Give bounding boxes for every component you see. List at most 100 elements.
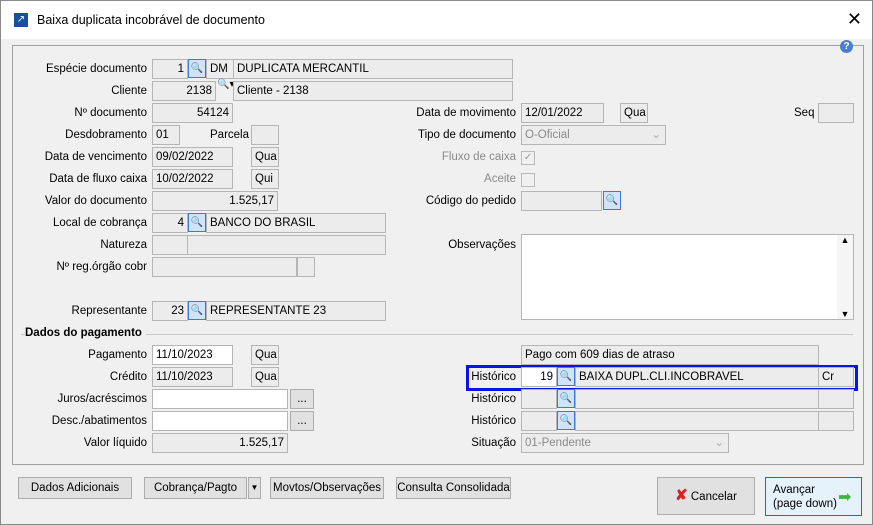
local-label: Local de cobrança <box>53 217 147 229</box>
scrollbar[interactable]: ▲ ▼ <box>837 235 853 319</box>
app-icon: ↗ <box>14 13 28 27</box>
avancar-sublabel: (page down) <box>773 498 837 510</box>
seq-input[interactable] <box>818 103 854 123</box>
search-dropdown-icon[interactable]: 🔍▾ <box>217 79 234 90</box>
codped-label: Código do pedido <box>425 195 516 207</box>
repr-label: Representante <box>71 305 147 317</box>
parcela-label: Parcela <box>210 129 249 141</box>
close-button[interactable]: ✕ <box>847 9 862 30</box>
help-icon[interactable]: ? <box>840 40 853 53</box>
lookup-icon[interactable]: 🔍 <box>557 367 575 386</box>
historico-label: Histórico <box>471 415 516 427</box>
credito-label: Crédito <box>109 371 147 383</box>
chevron-down-icon: ⌄ <box>714 437 724 449</box>
cancel-icon: ✘ <box>675 487 688 504</box>
lookup-icon[interactable]: 🔍 <box>188 301 206 320</box>
fluxo-label: Data de fluxo caixa <box>49 173 147 185</box>
aceite-checkbox[interactable] <box>521 173 535 187</box>
cobranca-pagto-button[interactable]: Cobrança/Pagto <box>144 477 247 499</box>
window-title: Baixa duplicata incobrável de documento <box>37 13 265 27</box>
especie-desc: DUPLICATA MERCANTIL <box>233 59 513 79</box>
local-code-input[interactable]: 4 <box>152 213 188 233</box>
lookup-icon[interactable]: 🔍 <box>603 191 621 210</box>
historico1-dc: Cr <box>818 367 854 387</box>
especie-code-input[interactable]: 1 <box>152 59 188 79</box>
cancel-label: Cancelar <box>690 491 737 503</box>
movtos-button[interactable]: Movtos/Observações <box>270 477 384 499</box>
especie-label: Espécie documento <box>45 63 147 75</box>
datamov-label: Data de movimento <box>416 107 516 119</box>
dialog-window: ↗ Baixa duplicata incobrável de document… <box>0 0 873 525</box>
nreg-digit[interactable] <box>297 257 315 277</box>
seq-label: Seq <box>794 107 815 119</box>
datamov-weekday: Qua <box>620 103 648 123</box>
liquido-label: Valor líquido <box>83 437 147 449</box>
desc-input[interactable] <box>152 411 288 431</box>
valor-input[interactable]: 1.525,17 <box>152 191 278 211</box>
numdoc-label: Nº documento <box>74 107 147 119</box>
juros-input[interactable] <box>152 389 288 409</box>
juros-ellipsis-button[interactable]: ... <box>290 389 314 409</box>
avancar-label: Avançar <box>773 484 815 496</box>
tipo-select[interactable]: O-Oficial ⌄ <box>521 125 666 145</box>
nreg-label: Nº reg.órgão cobr <box>56 261 148 273</box>
lookup-icon[interactable]: 🔍 <box>557 411 575 430</box>
lookup-icon[interactable]: 🔍 <box>188 213 206 232</box>
situacao-label: Situação <box>471 437 516 449</box>
fluxocaixa-checkbox[interactable]: ✓ <box>521 151 535 165</box>
historico2-desc <box>575 389 819 409</box>
pagamento-label: Pagamento <box>88 349 147 361</box>
venc-input[interactable]: 09/02/2022 <box>152 147 233 167</box>
codped-input[interactable] <box>521 191 602 211</box>
numdoc-input[interactable]: 54124 <box>152 103 233 123</box>
repr-code-input[interactable]: 23 <box>152 301 188 321</box>
credito-input[interactable]: 11/10/2023 <box>152 367 233 387</box>
historico-label: Histórico <box>471 371 516 383</box>
dados-adicionais-button[interactable]: Dados Adicionais <box>18 477 132 499</box>
historico3-dc <box>818 411 854 431</box>
parcela-input[interactable] <box>251 125 279 145</box>
fluxo-weekday: Qui <box>251 169 279 189</box>
venc-label: Data de vencimento <box>44 151 147 163</box>
natureza-label: Natureza <box>100 239 147 251</box>
lookup-icon[interactable]: 🔍 <box>557 389 575 408</box>
obs-textarea[interactable]: ▲ ▼ <box>521 234 854 320</box>
obs-label: Observações <box>448 239 516 251</box>
historico3-desc <box>575 411 819 431</box>
fluxo-input[interactable]: 10/02/2022 <box>152 169 233 189</box>
consulta-button[interactable]: Consulta Consolidada <box>396 477 511 499</box>
cliente-label: Cliente <box>111 85 147 97</box>
pagamento-weekday: Qua <box>251 345 279 365</box>
fluxocaixa-label: Fluxo de caixa <box>441 151 516 163</box>
historico1-code-input[interactable]: 19 <box>521 367 557 387</box>
aceite-label: Aceite <box>484 173 516 185</box>
nreg-input[interactable] <box>152 257 297 277</box>
juros-label: Juros/acréscimos <box>57 393 147 405</box>
historico-label: Histórico <box>471 393 516 405</box>
tipo-label: Tipo de documento <box>417 129 516 141</box>
situacao-select[interactable]: 01-Pendente ⌄ <box>521 433 729 453</box>
tipo-value: O-Oficial <box>525 129 570 141</box>
title-bar: ↗ Baixa duplicata incobrável de document… <box>1 1 872 39</box>
chevron-down-icon: ⌄ <box>651 129 661 141</box>
desdob-input[interactable]: 01 <box>152 125 180 145</box>
historico2-code-input[interactable] <box>521 389 557 409</box>
datamov-input[interactable]: 12/01/2022 <box>521 103 604 123</box>
atraso-text: Pago com 609 dias de atraso <box>521 345 819 365</box>
lookup-icon[interactable]: 🔍 <box>188 59 206 78</box>
arrow-right-icon: ➡ <box>838 489 852 506</box>
cliente-desc: Cliente - 2138 <box>233 81 513 101</box>
historico1-desc: BAIXA DUPL.CLI.INCOBRAVEL <box>575 367 819 387</box>
repr-desc: REPRESENTANTE 23 <box>206 301 386 321</box>
natureza-code-input[interactable] <box>152 235 188 255</box>
desc-ellipsis-button[interactable]: ... <box>290 411 314 431</box>
historico3-code-input[interactable] <box>521 411 557 431</box>
desdob-label: Desdobramento <box>65 129 147 141</box>
cancel-button[interactable]: ✘ Cancelar <box>657 477 755 515</box>
cliente-code-input[interactable]: 2138 <box>152 81 216 101</box>
cobranca-dropdown-button[interactable]: ▼ <box>248 477 261 499</box>
avancar-button[interactable]: Avançar (page down) ➡ <box>765 477 862 516</box>
desc-label: Desc./abatimentos <box>51 415 147 427</box>
especie-sigla: DM <box>206 59 234 79</box>
pagamento-input[interactable]: 11/10/2023 <box>152 345 233 365</box>
